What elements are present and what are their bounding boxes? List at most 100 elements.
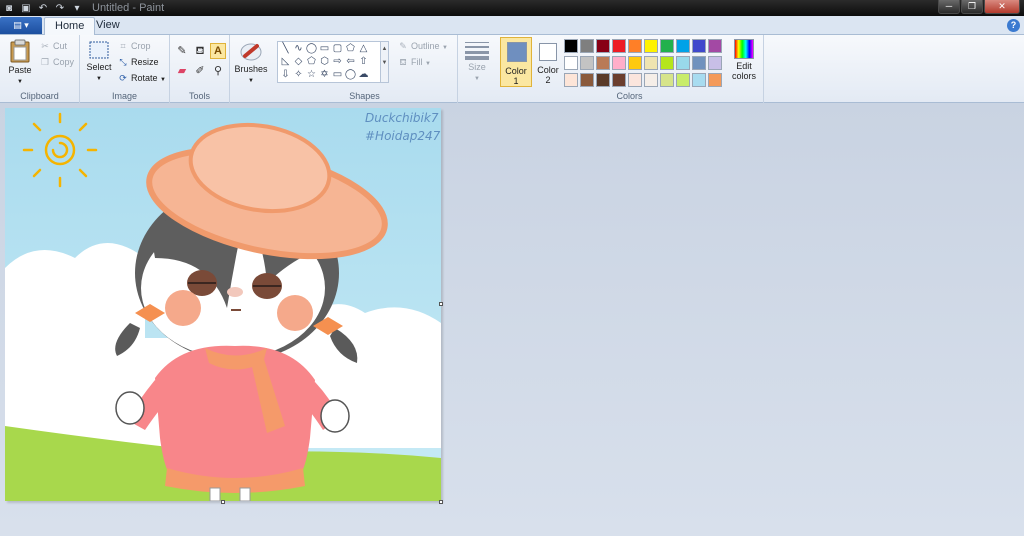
select-button[interactable]: Select ▼ <box>84 40 114 82</box>
resize-handle-bottom[interactable] <box>221 500 225 504</box>
palette-swatch[interactable] <box>676 39 690 53</box>
left-cheek <box>165 290 201 326</box>
close-button[interactable]: ✕ <box>984 0 1020 14</box>
copy-button[interactable]: ❐ Copy <box>40 57 74 68</box>
palette-swatch[interactable] <box>692 56 706 70</box>
oval-shape-icon[interactable]: ◯ <box>305 43 318 55</box>
palette-swatch[interactable] <box>676 56 690 70</box>
crop-icon: ⌗ <box>120 41 126 51</box>
save-icon[interactable]: ▣ <box>19 2 33 15</box>
palette-swatch[interactable] <box>564 39 578 53</box>
rounded-rectangle-shape-icon[interactable]: ▢ <box>331 43 344 55</box>
hexagon-shape-icon[interactable]: ⬡ <box>318 56 331 68</box>
size-button[interactable]: Size ▼ <box>462 40 492 82</box>
palette-swatch[interactable] <box>692 39 706 53</box>
oval-callout-shape-icon[interactable]: ◯ <box>344 69 357 81</box>
palette-swatch[interactable] <box>628 39 642 53</box>
clipboard-group: Paste ▼ ✂ Cut ❐ Copy Clipboard <box>0 35 80 103</box>
maximize-button[interactable]: ❐ <box>961 0 983 14</box>
palette-swatch[interactable] <box>708 73 722 87</box>
palette-swatch[interactable] <box>580 73 594 87</box>
right-triangle-shape-icon[interactable]: ◺ <box>279 56 292 68</box>
rectangle-shape-icon[interactable]: ▭ <box>318 43 331 55</box>
right-hand <box>320 399 350 433</box>
redo-icon[interactable]: ↷ <box>53 2 67 15</box>
tab-view[interactable]: View <box>86 17 130 35</box>
paste-button[interactable]: Paste ▼ <box>4 39 36 85</box>
left-arrow-shape-icon[interactable]: ⇦ <box>344 56 357 68</box>
palette-swatch[interactable] <box>660 73 674 87</box>
palette-swatch[interactable] <box>692 73 706 87</box>
palette-swatch[interactable] <box>596 56 610 70</box>
fill-button[interactable]: ⛾ Fill ▼ <box>398 57 431 69</box>
palette-swatch[interactable] <box>564 73 578 87</box>
resize-handle-right[interactable] <box>439 302 443 306</box>
left-hand <box>115 391 145 425</box>
text-tool[interactable]: A <box>210 43 226 59</box>
resize-button[interactable]: ⤡ Resize <box>118 57 158 68</box>
rotate-button[interactable]: ⟳ Rotate ▼ <box>118 73 166 84</box>
palette-swatch[interactable] <box>596 73 610 87</box>
crop-button[interactable]: ⌗ Crop <box>118 41 151 52</box>
six-point-star-shape-icon[interactable]: ✡ <box>318 69 331 81</box>
rounded-callout-shape-icon[interactable]: ▭ <box>331 69 344 81</box>
drawing-canvas[interactable]: Duckchibik7 #Hoidap247 <box>5 108 441 501</box>
palette-swatch[interactable] <box>612 56 626 70</box>
paint-app-icon[interactable]: ◙ <box>2 2 16 15</box>
palette-swatch[interactable] <box>612 39 626 53</box>
watermark-line-2: #Hoidap247 <box>365 129 441 143</box>
down-arrow-shape-icon[interactable]: ⇩ <box>279 69 292 81</box>
outline-button[interactable]: ✎ Outline ▼ <box>398 41 448 52</box>
color-picker-tool[interactable]: ✐ <box>192 63 208 79</box>
four-point-star-shape-icon[interactable]: ✧ <box>292 69 305 81</box>
palette-swatch[interactable] <box>596 39 610 53</box>
palette-swatch[interactable] <box>612 73 626 87</box>
paint-menu-button[interactable]: ▤ ▾ <box>0 17 42 34</box>
right-arrow-shape-icon[interactable]: ⇨ <box>331 56 344 68</box>
eraser-icon: ▰ <box>177 65 187 77</box>
shapes-scroll[interactable]: ▲ ▼ <box>381 41 389 83</box>
eraser-tool[interactable]: ▰ <box>174 63 190 79</box>
help-icon[interactable]: ? <box>1007 19 1020 32</box>
palette-swatch[interactable] <box>708 56 722 70</box>
undo-icon[interactable]: ↶ <box>36 2 50 15</box>
color-palette <box>564 39 726 89</box>
customize-toolbar-icon[interactable]: ▾ <box>70 2 84 15</box>
watermark-line-1: Duckchibik7 <box>365 111 439 125</box>
color2-button[interactable]: Color 2 <box>534 37 562 87</box>
diamond-shape-icon[interactable]: ◇ <box>292 56 305 68</box>
polygon-shape-icon[interactable]: ⬠ <box>344 43 357 55</box>
minimize-button[interactable]: ─ <box>938 0 960 14</box>
palette-swatch[interactable] <box>628 73 642 87</box>
curve-shape-icon[interactable]: ∿ <box>292 43 305 55</box>
triangle-shape-icon[interactable]: △ <box>357 43 370 55</box>
pencil-tool[interactable]: ✎ <box>174 43 190 59</box>
cloud-callout-shape-icon[interactable]: ☁ <box>357 69 370 81</box>
palette-swatch[interactable] <box>708 39 722 53</box>
magnifier-tool[interactable]: ⚲ <box>210 63 226 79</box>
clipboard-group-label: Clipboard <box>20 91 59 101</box>
edit-colors-button[interactable]: Edit colors <box>728 39 760 89</box>
palette-swatch[interactable] <box>660 39 674 53</box>
cut-button[interactable]: ✂ Cut <box>40 41 67 52</box>
line-shape-icon[interactable]: ╲ <box>279 43 292 55</box>
cut-label: Cut <box>53 41 68 51</box>
palette-swatch[interactable] <box>660 56 674 70</box>
five-point-star-shape-icon[interactable]: ☆ <box>305 69 318 81</box>
palette-swatch[interactable] <box>644 56 658 70</box>
palette-swatch[interactable] <box>580 39 594 53</box>
palette-swatch[interactable] <box>644 73 658 87</box>
palette-swatch[interactable] <box>564 56 578 70</box>
palette-swatch[interactable] <box>628 56 642 70</box>
brushes-button[interactable]: Brushes ▼ <box>232 40 270 84</box>
shapes-group-label: Shapes <box>349 91 380 101</box>
color1-button[interactable]: Color 1 <box>500 37 532 87</box>
crop-label: Crop <box>131 41 151 51</box>
pentagon-shape-icon[interactable]: ⬠ <box>305 56 318 68</box>
resize-handle-corner[interactable] <box>439 500 443 504</box>
palette-swatch[interactable] <box>580 56 594 70</box>
fill-tool[interactable]: ⛾ <box>192 43 208 59</box>
up-arrow-shape-icon[interactable]: ⇧ <box>357 56 370 68</box>
palette-swatch[interactable] <box>676 73 690 87</box>
palette-swatch[interactable] <box>644 39 658 53</box>
